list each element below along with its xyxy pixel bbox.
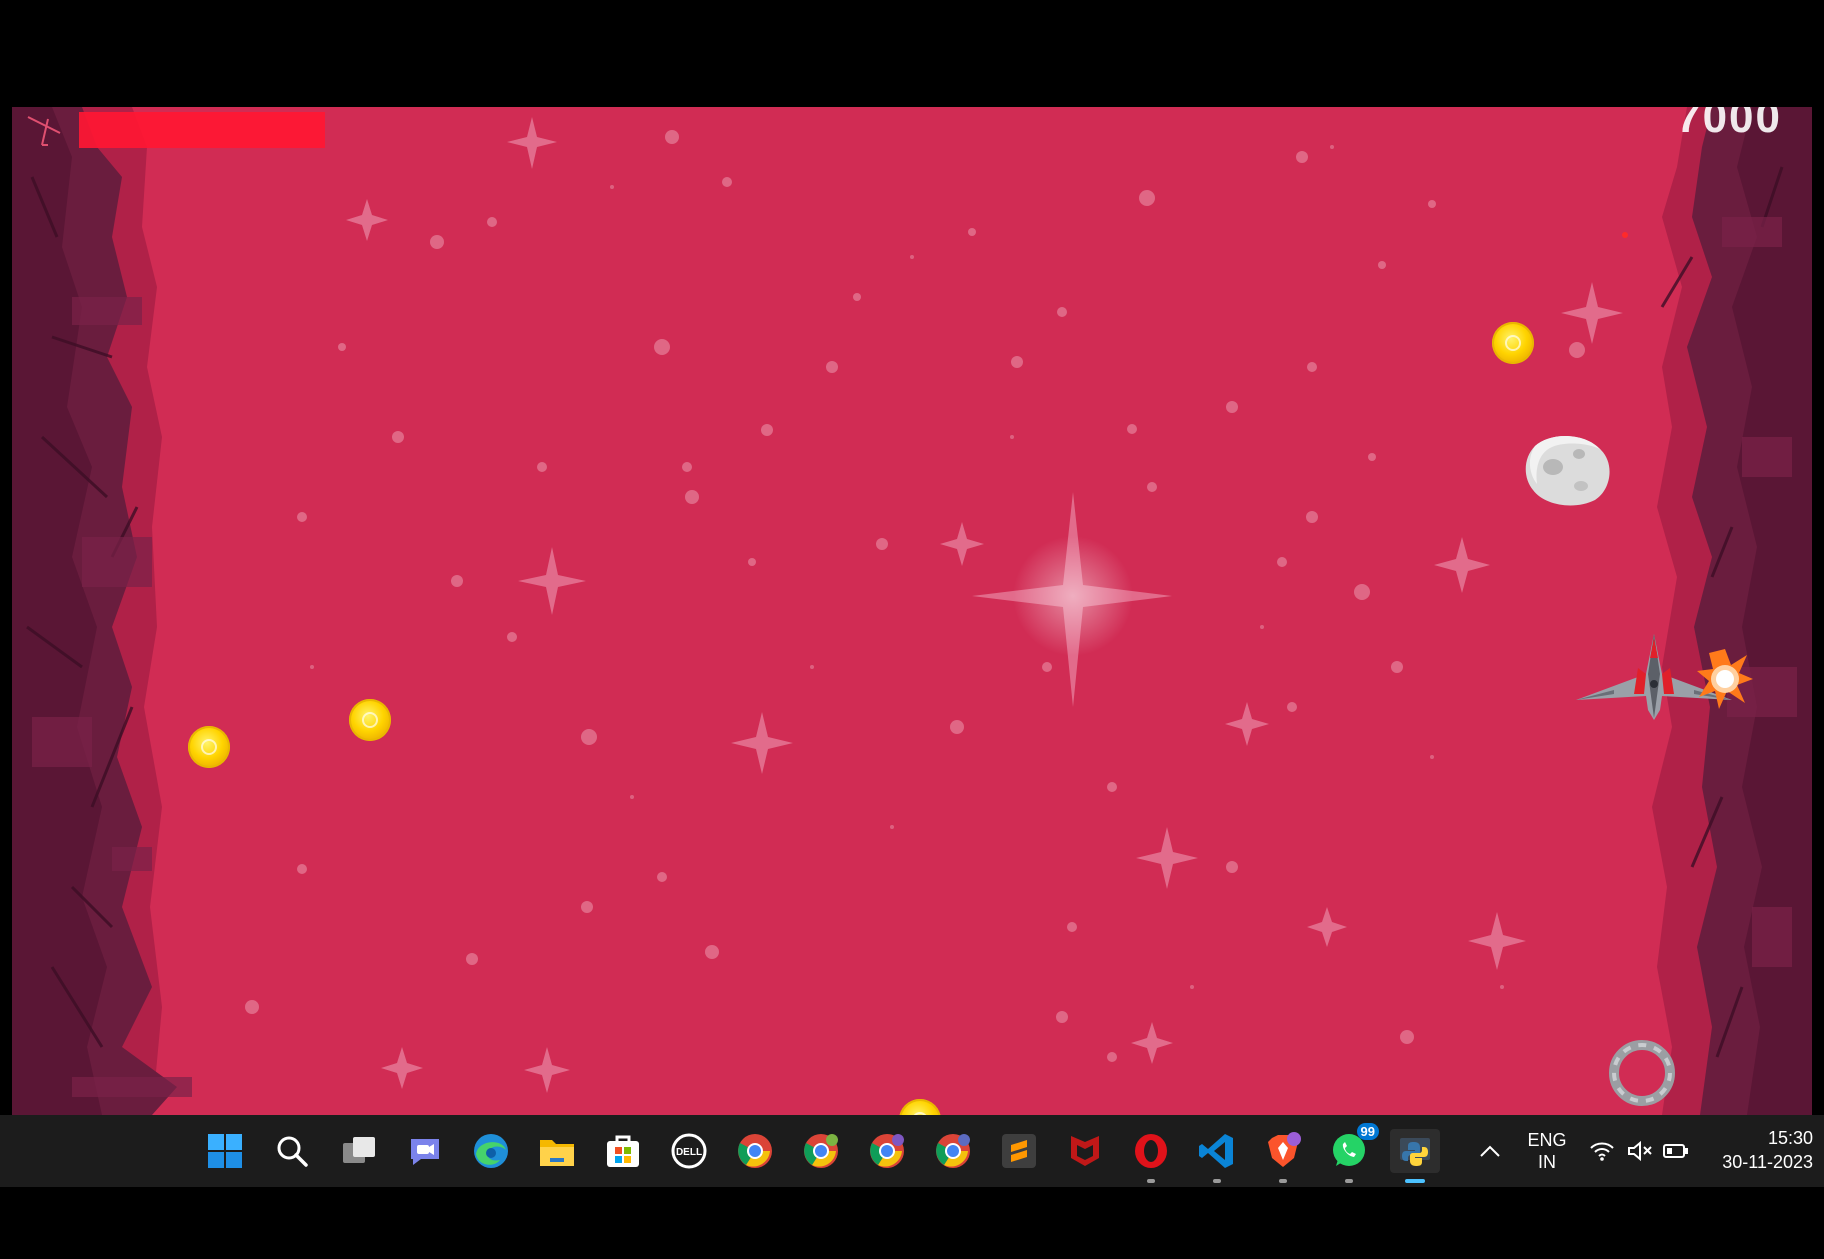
running-indicator — [1345, 1179, 1353, 1183]
right-wall — [1652, 107, 1812, 1115]
sublime-text-icon[interactable] — [997, 1129, 1041, 1173]
language-indicator[interactable]: ENG IN — [1522, 1129, 1572, 1173]
vscode-icon[interactable] — [1195, 1129, 1239, 1183]
brave-icon[interactable] — [1261, 1129, 1305, 1183]
clock-time: 15:30 — [1767, 1128, 1813, 1148]
show-hidden-icons-chevron-icon[interactable] — [1468, 1129, 1512, 1173]
battery-icon[interactable] — [1656, 1129, 1696, 1173]
running-indicator — [1147, 1179, 1155, 1183]
search-icon[interactable] — [270, 1129, 314, 1173]
chrome-profile-3-icon[interactable] — [865, 1129, 909, 1173]
coin — [349, 699, 391, 741]
clock-date: 30-11-2023 — [1722, 1152, 1813, 1172]
running-indicator — [1279, 1179, 1287, 1183]
coin — [188, 726, 230, 768]
portal-ring — [1609, 1040, 1675, 1106]
language-region: IN — [1538, 1152, 1556, 1172]
taskbar: DELL 99 ENG IN 15:30 30-11-2023 — [0, 1115, 1824, 1187]
active-indicator — [1405, 1179, 1425, 1183]
speaker-muted-icon[interactable] — [1620, 1129, 1660, 1173]
notification-badge: 99 — [1356, 1123, 1379, 1140]
python-icon[interactable] — [1390, 1129, 1440, 1183]
whatsapp-icon[interactable]: 99 — [1327, 1123, 1379, 1183]
opera-icon[interactable] — [1129, 1129, 1173, 1183]
task-view-icon[interactable] — [337, 1129, 381, 1173]
chrome-profile-2-icon[interactable] — [799, 1129, 843, 1173]
explosion — [1697, 649, 1753, 709]
space-background — [12, 107, 1812, 1115]
asteroid — [1525, 435, 1610, 506]
running-indicator — [1213, 1179, 1221, 1183]
edge-icon[interactable] — [469, 1129, 513, 1173]
coin — [1492, 322, 1534, 364]
chrome-icon[interactable] — [733, 1129, 777, 1173]
file-explorer-icon[interactable] — [535, 1129, 579, 1173]
score-counter: 7000 — [1676, 107, 1782, 142]
language-code: ENG — [1527, 1130, 1567, 1150]
svg-text:DELL: DELL — [676, 1147, 702, 1158]
mcafee-icon[interactable] — [1063, 1129, 1107, 1173]
left-wall — [12, 107, 192, 1115]
dell-icon[interactable]: DELL — [667, 1129, 711, 1173]
health-bar — [79, 112, 325, 148]
microsoft-store-icon[interactable] — [601, 1129, 645, 1173]
teams-chat-icon[interactable] — [403, 1129, 447, 1173]
chrome-profile-4-icon[interactable] — [931, 1129, 975, 1173]
game-window[interactable]: 7000 — [12, 107, 1812, 1115]
windows-start-icon[interactable] — [203, 1129, 247, 1173]
clock[interactable]: 15:30 30-11-2023 — [1708, 1126, 1813, 1174]
wifi-icon[interactable] — [1582, 1129, 1622, 1173]
